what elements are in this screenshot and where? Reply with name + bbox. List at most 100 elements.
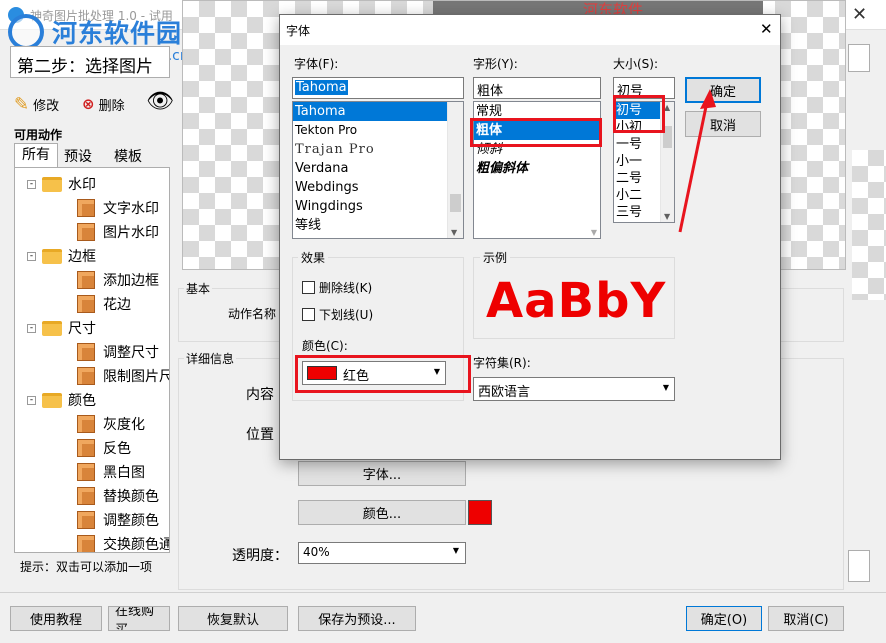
right-bottom-button[interactable] bbox=[848, 550, 870, 582]
tab-templates[interactable]: 模板 bbox=[114, 146, 142, 166]
style-label: 字形(Y): bbox=[473, 57, 518, 71]
box-icon bbox=[77, 271, 95, 289]
tree-item-adjust-color[interactable]: 调整颜色 bbox=[77, 509, 159, 531]
charset-select[interactable]: 西欧语言 ▼ bbox=[473, 377, 675, 401]
color-button[interactable]: 颜色... bbox=[298, 500, 466, 525]
strikeout-label: 删除线(K) bbox=[319, 281, 373, 295]
tree-item-add-border[interactable]: 添加边框 bbox=[77, 269, 159, 291]
color-label: 颜色(C): bbox=[302, 339, 348, 353]
box-icon bbox=[77, 343, 95, 361]
tree-item-bw[interactable]: 黑白图 bbox=[77, 461, 145, 483]
tree-item-invert[interactable]: 反色 bbox=[77, 437, 131, 459]
tree-label: 水印 bbox=[68, 177, 96, 193]
tree-item-image-watermark[interactable]: 图片水印 bbox=[77, 221, 159, 243]
ok-button[interactable]: 确定(O) bbox=[686, 606, 762, 631]
size-label: 大小(S): bbox=[613, 57, 659, 71]
dialog-close-icon[interactable]: ✕ bbox=[760, 20, 773, 38]
font-input[interactable]: Tahoma bbox=[292, 77, 464, 99]
tree-item-grayscale[interactable]: 灰度化 bbox=[77, 413, 145, 435]
reset-button[interactable]: 恢复默认 bbox=[178, 606, 288, 631]
buy-button[interactable]: 在线购买... bbox=[108, 606, 170, 631]
opacity-value: 40% bbox=[303, 545, 330, 559]
dropdown-arrow-icon: ▼ bbox=[452, 546, 459, 555]
position-label: 位置 bbox=[246, 427, 274, 443]
tree-group-watermark[interactable]: - 水印 bbox=[27, 173, 96, 195]
dropdown-arrow-icon: ▼ bbox=[662, 383, 669, 392]
scroll-down-icon[interactable]: ▼ bbox=[591, 228, 597, 237]
cancel-button[interactable]: 取消(C) bbox=[768, 606, 844, 631]
opacity-select[interactable]: 40% ▼ bbox=[298, 542, 466, 564]
box-icon bbox=[77, 295, 95, 313]
collapse-icon: - bbox=[27, 251, 36, 261]
tree-group-color[interactable]: - 颜色 bbox=[27, 389, 96, 411]
tree-item-resize[interactable]: 调整尺寸 bbox=[77, 341, 159, 363]
basic-section-label: 基本 bbox=[184, 280, 213, 297]
tree-item-text-watermark[interactable]: 文字水印 bbox=[77, 197, 159, 219]
tree-label: 文字水印 bbox=[103, 201, 159, 217]
close-icon[interactable]: ✕ bbox=[852, 4, 867, 25]
hint-text: 提示：双击可以添加一项 bbox=[20, 560, 153, 574]
font-list-scrollbar[interactable]: ▼ bbox=[447, 102, 463, 238]
tab-all[interactable]: 所有 bbox=[14, 143, 58, 167]
tree-label: 尺寸 bbox=[68, 321, 96, 337]
highlight-size-chuhao bbox=[613, 95, 665, 133]
action-name-label: 动作名称 bbox=[228, 307, 277, 321]
tree-group-size[interactable]: - 尺寸 bbox=[27, 317, 96, 339]
style-list-item[interactable]: 粗偏斜体 bbox=[474, 159, 600, 178]
font-label: 字体(F): bbox=[294, 57, 339, 71]
strikeout-checkbox[interactable]: 删除线(K) bbox=[302, 279, 372, 296]
right-top-button[interactable] bbox=[848, 44, 870, 72]
tree-label: 黑白图 bbox=[103, 465, 145, 481]
font-list-item[interactable]: Trajan Pro bbox=[293, 140, 463, 159]
underline-checkbox[interactable]: 下划线(U) bbox=[302, 306, 373, 323]
pencil-icon: ✎ bbox=[14, 93, 30, 115]
folder-icon bbox=[42, 248, 62, 264]
save-preset-button[interactable]: 保存为预设... bbox=[298, 606, 416, 631]
eye-icon[interactable]: 👁 bbox=[146, 89, 174, 114]
delete-button[interactable]: ⊗ 删除 bbox=[82, 92, 125, 116]
opacity-label: 透明度： bbox=[232, 548, 288, 564]
right-preview-strip bbox=[852, 150, 886, 300]
font-list-item[interactable]: Webdings bbox=[293, 178, 463, 197]
collapse-icon: - bbox=[27, 395, 36, 405]
scrollbar-thumb[interactable] bbox=[450, 194, 461, 212]
tree-item-swap-color[interactable]: 交换颜色通 bbox=[77, 533, 170, 553]
tree-label: 交换颜色通 bbox=[103, 537, 170, 553]
scroll-down-icon[interactable]: ▼ bbox=[451, 228, 457, 237]
font-list-item[interactable]: Verdana bbox=[293, 159, 463, 178]
font-dialog: 字体 ✕ 字体(F): Tahoma Tahoma Tekton Pro Tra… bbox=[279, 14, 781, 460]
watermark-circle-icon bbox=[8, 14, 44, 50]
color-swatch[interactable] bbox=[468, 500, 492, 525]
edit-button[interactable]: ✎ 修改 bbox=[14, 92, 59, 116]
font-list-item[interactable]: Tahoma bbox=[293, 102, 463, 121]
font-list-item[interactable]: Tekton Pro bbox=[293, 121, 463, 140]
tree-label: 调整尺寸 bbox=[103, 345, 159, 361]
font-button[interactable]: 字体... bbox=[298, 461, 466, 486]
dialog-title: 字体 bbox=[286, 24, 311, 38]
font-list[interactable]: Tahoma Tekton Pro Trajan Pro Verdana Web… bbox=[292, 101, 464, 239]
tree-label: 限制图片尺 bbox=[103, 369, 170, 385]
tree-item-limit-size[interactable]: 限制图片尺 bbox=[77, 365, 170, 387]
delete-label: 删除 bbox=[98, 98, 125, 114]
watermark-brand: 河东软件园 bbox=[52, 19, 183, 48]
font-list-item[interactable]: 等线 bbox=[293, 216, 463, 235]
checkbox-icon bbox=[302, 308, 315, 321]
highlight-style-bold bbox=[470, 118, 602, 147]
tree-group-border[interactable]: - 边框 bbox=[27, 245, 96, 267]
tree-label: 花边 bbox=[103, 297, 131, 313]
tree-label: 调整颜色 bbox=[103, 513, 159, 529]
tree-item-floral[interactable]: 花边 bbox=[77, 293, 131, 315]
tree-label: 反色 bbox=[103, 441, 131, 457]
style-input[interactable]: 粗体 bbox=[473, 77, 601, 99]
tab-presets[interactable]: 预设 bbox=[64, 146, 92, 166]
tree-item-replace-color[interactable]: 替换颜色 bbox=[77, 485, 159, 507]
box-icon bbox=[77, 439, 95, 457]
box-icon bbox=[77, 199, 95, 217]
box-icon bbox=[77, 223, 95, 241]
highlight-color-select bbox=[295, 355, 471, 393]
box-icon bbox=[77, 511, 95, 529]
font-input-value: Tahoma bbox=[295, 80, 348, 95]
tree-label: 边框 bbox=[68, 249, 96, 265]
tutorial-button[interactable]: 使用教程 bbox=[10, 606, 102, 631]
font-list-item[interactable]: Wingdings bbox=[293, 197, 463, 216]
